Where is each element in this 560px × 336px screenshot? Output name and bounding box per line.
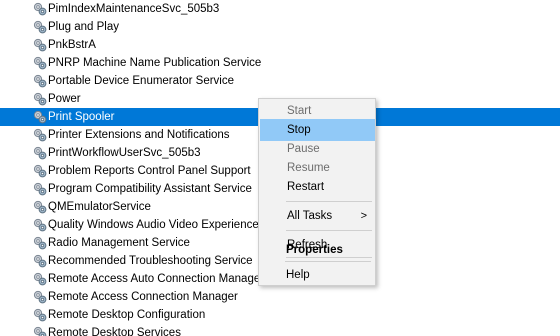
- service-row[interactable]: Plug and Play: [0, 18, 560, 36]
- service-gear-icon: [33, 92, 47, 106]
- service-name: Remote Access Connection Manager: [48, 291, 238, 303]
- service-name: Plug and Play: [48, 21, 119, 33]
- service-row[interactable]: PimIndexMaintenanceSvc_505b3: [0, 0, 560, 18]
- service-gear-icon: [33, 110, 47, 124]
- service-gear-icon: [33, 200, 47, 214]
- service-row[interactable]: PnkBstrA: [0, 36, 560, 54]
- service-name: Remote Desktop Configuration: [48, 309, 206, 321]
- service-name: PrintWorkflowUserSvc_505b3: [48, 147, 201, 159]
- service-gear-icon: [33, 254, 47, 268]
- service-gear-icon: [33, 290, 47, 304]
- service-name: Quality Windows Audio Video Experience: [48, 219, 259, 231]
- service-gear-icon: [33, 272, 47, 286]
- service-gear-icon: [33, 182, 47, 196]
- menu-item-help[interactable]: Help: [259, 264, 374, 286]
- service-name: Portable Device Enumerator Service: [48, 75, 234, 87]
- service-gear-icon: [33, 236, 47, 250]
- service-name: Power: [48, 93, 81, 105]
- service-name: PNRP Machine Name Publication Service: [48, 57, 262, 69]
- menu-item-label: Restart: [287, 181, 325, 193]
- menu-item-restart[interactable]: Restart: [260, 176, 375, 198]
- menu-item-properties[interactable]: Properties: [259, 239, 374, 261]
- menu-item-label: Help: [286, 269, 310, 281]
- menu-item-all-tasks[interactable]: All Tasks >: [260, 205, 375, 227]
- service-name: Program Compatibility Assistant Service: [48, 183, 252, 195]
- service-name: Print Spooler: [48, 111, 115, 123]
- service-row[interactable]: Portable Device Enumerator Service: [0, 72, 560, 90]
- service-name: Remote Desktop Services: [48, 327, 181, 336]
- service-gear-icon: [33, 38, 47, 52]
- service-name: Remote Access Auto Connection Manager: [48, 273, 265, 285]
- service-gear-icon: [33, 128, 47, 142]
- service-gear-icon: [33, 146, 47, 160]
- service-row[interactable]: Remote Desktop Configuration: [0, 306, 560, 324]
- service-row[interactable]: PNRP Machine Name Publication Service: [0, 54, 560, 72]
- menu-item-label: Stop: [287, 124, 311, 136]
- service-gear-icon: [33, 308, 47, 322]
- service-gear-icon: [33, 74, 47, 88]
- service-name: PimIndexMaintenanceSvc_505b3: [48, 3, 220, 15]
- service-name: Recommended Troubleshooting Service: [48, 255, 253, 267]
- service-name: PnkBstrA: [48, 39, 96, 51]
- menu-item-label: Pause: [287, 143, 320, 155]
- service-gear-icon: [33, 218, 47, 232]
- menu-separator: [286, 201, 372, 202]
- service-name: QMEmulatorService: [48, 201, 151, 213]
- service-name: Problem Reports Control Panel Support: [48, 165, 251, 177]
- menu-item-label: All Tasks: [287, 210, 333, 222]
- submenu-arrow-icon: >: [360, 210, 367, 222]
- service-gear-icon: [33, 2, 47, 16]
- menu-item-label: Properties: [286, 244, 343, 256]
- menu-item-label: Start: [287, 105, 312, 117]
- service-gear-icon: [33, 326, 47, 336]
- menu-separator: [286, 230, 372, 231]
- service-gear-icon: [33, 164, 47, 178]
- service-row[interactable]: Remote Access Connection Manager: [0, 288, 560, 306]
- menu-item-label: Resume: [287, 162, 330, 174]
- service-name: Printer Extensions and Notifications: [48, 129, 230, 141]
- service-name: Radio Management Service: [48, 237, 190, 249]
- service-gear-icon: [33, 56, 47, 70]
- service-row[interactable]: Remote Desktop Services: [0, 324, 560, 336]
- service-gear-icon: [33, 20, 47, 34]
